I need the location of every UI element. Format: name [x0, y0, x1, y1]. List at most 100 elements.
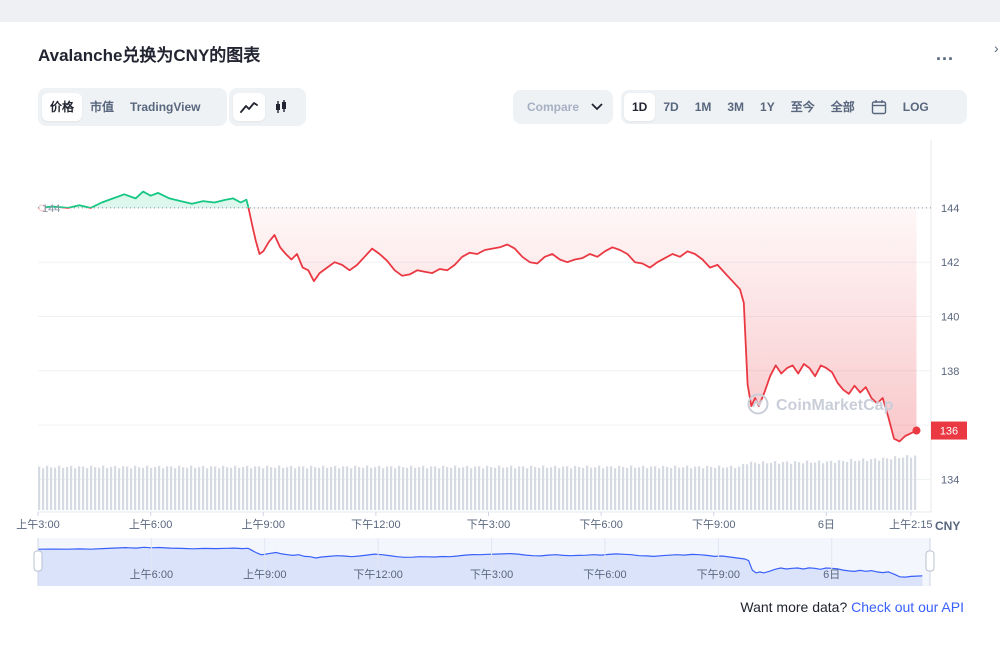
volume-bar [338, 468, 341, 510]
volume-bar [102, 465, 105, 510]
volume-bar [762, 461, 765, 510]
price-chart[interactable]: CoinMarketCap 144142140138136134144136上午… [0, 0, 1000, 650]
navigator-tick-label: 下午3:00 [470, 568, 513, 581]
volume-bar [906, 455, 909, 510]
volume-bar [122, 466, 125, 510]
volume-bar [654, 466, 657, 510]
volume-bar [202, 465, 205, 510]
volume-bar [698, 466, 701, 510]
volume-bar [690, 468, 693, 510]
volume-bar [482, 468, 485, 510]
volume-bar [290, 465, 293, 510]
volume-bar [134, 465, 137, 510]
volume-bar [210, 466, 213, 510]
volume-bar [234, 465, 237, 510]
navigator-left-handle[interactable] [33, 550, 43, 572]
volume-bar [282, 467, 285, 510]
volume-bar [390, 466, 393, 510]
volume-bar [358, 467, 361, 510]
volume-bar [766, 463, 769, 510]
volume-bar [342, 466, 345, 510]
navigator-right-handle[interactable] [925, 550, 935, 572]
volume-bar [46, 465, 49, 510]
volume-bar [702, 468, 705, 510]
navigator-tick-label: 下午6:00 [583, 568, 626, 581]
volume-bar [546, 467, 549, 510]
volume-bar [78, 466, 81, 510]
api-link[interactable]: Check out our API [851, 599, 964, 615]
volume-bar [610, 466, 613, 510]
volume-bar [890, 459, 893, 510]
volume-bar [830, 460, 833, 510]
volume-bar [270, 467, 273, 510]
volume-bar [798, 462, 801, 510]
volume-bar [878, 460, 881, 510]
volume-bar [706, 465, 709, 510]
volume-bar [590, 467, 593, 510]
volume-bar [846, 461, 849, 510]
volume-bar [866, 461, 869, 510]
volume-bars [38, 455, 917, 510]
volume-bar [874, 458, 877, 510]
volume-bar [434, 466, 437, 510]
x-tick-label: 下午12:00 [351, 518, 401, 531]
current-price-label: 136 [940, 426, 958, 438]
volume-bar [326, 467, 329, 510]
volume-bar [910, 457, 913, 510]
volume-bar [542, 465, 545, 510]
volume-bar [758, 463, 761, 510]
volume-bar [114, 465, 117, 510]
volume-bar [898, 458, 901, 510]
volume-bar [670, 467, 673, 510]
x-tick-label: 上午9:00 [242, 518, 285, 531]
volume-bar [782, 462, 785, 510]
volume-bar [182, 467, 185, 510]
volume-bar [430, 466, 433, 510]
volume-bar [54, 467, 57, 510]
currency-label: CNY [935, 519, 960, 533]
x-tick-label: 下午9:00 [692, 518, 735, 531]
volume-bar [126, 466, 129, 510]
volume-bar [714, 467, 717, 510]
volume-bar [502, 467, 505, 510]
volume-bar [726, 467, 729, 510]
volume-bar [294, 468, 297, 510]
volume-bar [730, 465, 733, 510]
open-price-label: 144 [42, 203, 60, 215]
volume-bar [802, 463, 805, 510]
volume-bar [538, 467, 541, 510]
navigator-tick-label: 上午9:00 [243, 568, 286, 581]
footer: Want more data? Check out our API [740, 599, 964, 615]
volume-bar [158, 465, 161, 510]
volume-bar [106, 467, 109, 510]
volume-bar [178, 465, 181, 510]
volume-bar [862, 458, 865, 510]
volume-bar [566, 466, 569, 510]
volume-bar [678, 467, 681, 510]
y-tick-label: 138 [941, 366, 959, 378]
volume-bar [266, 465, 269, 510]
volume-bar [454, 465, 457, 510]
volume-bar [574, 465, 577, 510]
time-navigator[interactable]: 上午6:00 上午9:00 下午12:00 下午3:00 下午6:00 下午9:00 6日 [33, 538, 935, 586]
volume-bar [254, 466, 257, 510]
volume-bar [578, 467, 581, 510]
volume-bar [330, 467, 333, 510]
volume-bar [750, 461, 753, 510]
volume-bar [258, 466, 261, 510]
x-tick-label: 下午6:00 [579, 518, 622, 531]
volume-bar [710, 466, 713, 510]
volume-bar [834, 462, 837, 510]
watermark: CoinMarketCap [747, 393, 894, 415]
volume-bar [478, 466, 481, 510]
volume-bar [386, 466, 389, 510]
volume-bar [318, 467, 321, 510]
volume-bar [682, 467, 685, 510]
volume-bar [366, 465, 369, 510]
volume-bar [82, 466, 85, 510]
volume-bar [154, 467, 157, 510]
volume-bar [606, 466, 609, 510]
watermark-text: CoinMarketCap [776, 397, 894, 414]
footer-text: Want more data? [740, 599, 848, 615]
volume-bar [810, 462, 813, 510]
